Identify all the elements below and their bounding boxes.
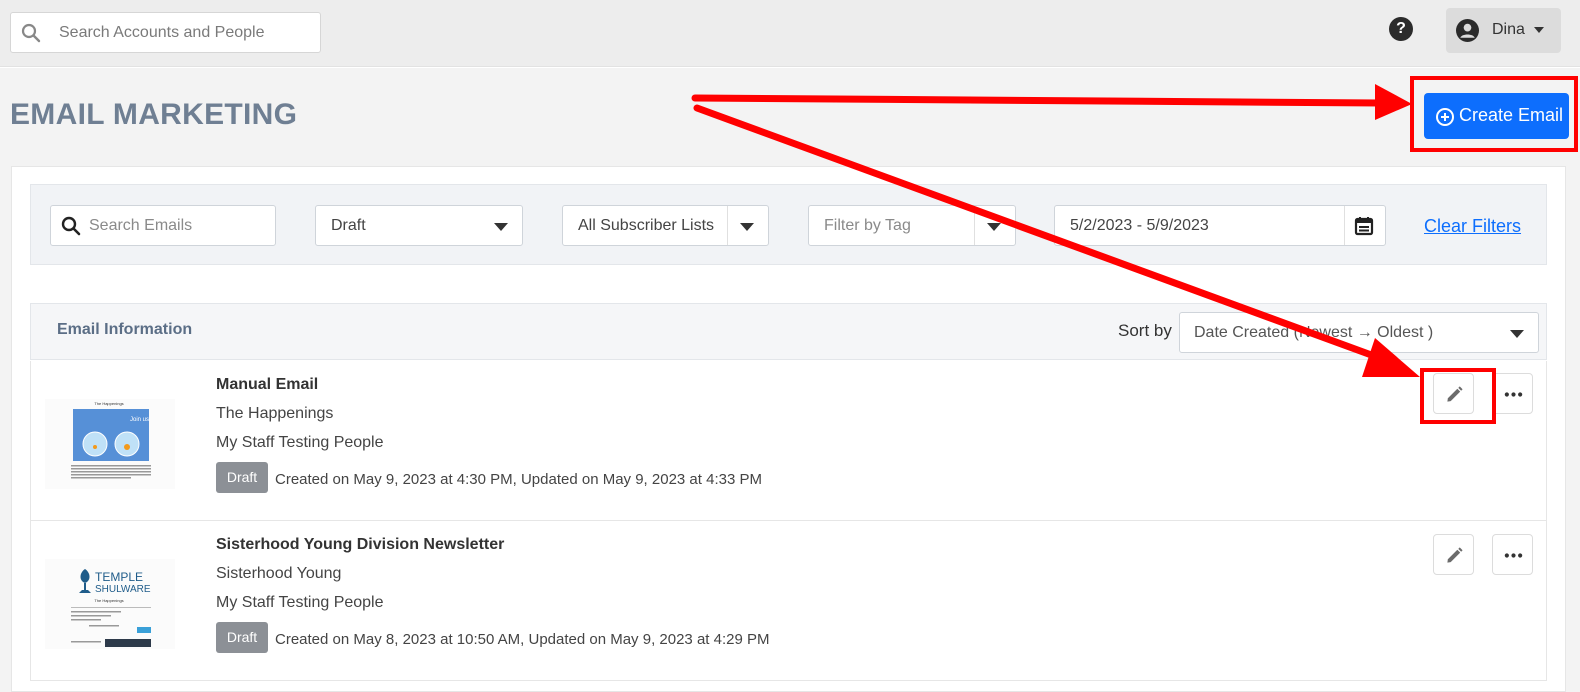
email-thumbnail: The Happenings Join us	[45, 399, 175, 489]
thumb-overlay-text: Join us	[130, 417, 149, 423]
status-filter-value: Draft	[331, 217, 366, 234]
caret-down-icon	[1510, 330, 1524, 338]
sort-value: Date Created (Newest → Oldest )	[1194, 324, 1434, 341]
user-name: Dina	[1492, 21, 1525, 38]
create-email-button[interactable]: Create Email	[1424, 93, 1569, 139]
thumb-brand-line1: TEMPLE	[95, 570, 143, 584]
plus-circle-icon	[1436, 108, 1454, 126]
email-group: The Happenings	[216, 405, 334, 422]
email-thumbnail-image: The Happenings Join us	[71, 401, 151, 479]
search-emails-placeholder: Search Emails	[89, 217, 193, 234]
email-thumbnail-image: TEMPLE SHULWARE The Happenings	[71, 569, 151, 647]
caret-down-icon	[494, 223, 508, 231]
more-options-button[interactable]	[1492, 373, 1533, 414]
status-badge: Draft	[216, 622, 268, 653]
divider	[727, 206, 728, 245]
help-icon[interactable]: ?	[1389, 17, 1413, 41]
ellipsis-icon	[1504, 392, 1523, 397]
ellipsis-icon	[1504, 553, 1523, 558]
search-icon	[61, 216, 81, 236]
create-email-label: Create Email	[1459, 105, 1564, 125]
user-menu-button[interactable]: Dina	[1446, 8, 1561, 53]
pencil-icon	[1447, 547, 1463, 563]
user-avatar-icon	[1456, 19, 1479, 42]
chevron-down-icon	[1534, 27, 1544, 33]
email-audience: My Staff Testing People	[216, 434, 384, 451]
email-timestamps: Created on May 8, 2023 at 10:50 AM, Upda…	[275, 631, 770, 648]
divider	[974, 206, 975, 245]
top-bar: Search Accounts and People ? Dina	[0, 0, 1580, 67]
clear-filters-link[interactable]: Clear Filters	[1424, 216, 1521, 237]
caret-down-icon	[740, 223, 754, 231]
status-filter-select[interactable]: Draft	[315, 205, 523, 246]
sort-label: Sort by	[1118, 321, 1172, 340]
list-header-title: Email Information	[57, 321, 193, 338]
global-search-input[interactable]: Search Accounts and People	[10, 12, 321, 53]
search-icon	[21, 23, 41, 43]
edit-email-button[interactable]	[1433, 373, 1474, 414]
global-search-placeholder: Search Accounts and People	[59, 24, 265, 41]
thumb-title: The Happenings	[94, 401, 123, 406]
date-range-input[interactable]: 5/2/2023 - 5/9/2023	[1054, 205, 1386, 246]
sort-select[interactable]: Date Created (Newest → Oldest )	[1179, 312, 1539, 353]
search-emails-input[interactable]: Search Emails	[50, 205, 276, 246]
calendar-icon[interactable]	[1354, 216, 1374, 236]
divider	[1344, 206, 1345, 245]
page-title: EMAIL MARKETING	[10, 98, 298, 131]
pencil-icon	[1447, 386, 1463, 402]
subscriber-list-value: All Subscriber Lists	[578, 217, 715, 234]
subscriber-list-select[interactable]: All Subscriber Lists	[562, 205, 769, 246]
email-name[interactable]: Sisterhood Young Division Newsletter	[216, 536, 504, 554]
more-options-button[interactable]	[1492, 534, 1533, 575]
email-group: Sisterhood Young	[216, 565, 342, 582]
email-thumbnail: TEMPLE SHULWARE The Happenings	[45, 559, 175, 649]
email-row[interactable]: TEMPLE SHULWARE The Happenings Sisterhoo…	[30, 521, 1547, 681]
email-timestamps: Created on May 9, 2023 at 4:30 PM, Updat…	[275, 471, 762, 488]
tag-filter-placeholder: Filter by Tag	[824, 217, 911, 234]
date-range-value: 5/2/2023 - 5/9/2023	[1070, 217, 1209, 234]
caret-down-icon	[987, 223, 1001, 231]
email-audience: My Staff Testing People	[216, 594, 384, 611]
email-row[interactable]: The Happenings Join us Manual Email The …	[30, 361, 1547, 521]
thumb-brand-line2: SHULWARE	[95, 584, 151, 595]
thumb-title: The Happenings	[94, 598, 123, 603]
edit-email-button[interactable]	[1433, 534, 1474, 575]
email-name[interactable]: Manual Email	[216, 376, 318, 394]
tag-filter-select[interactable]: Filter by Tag	[808, 205, 1016, 246]
status-badge: Draft	[216, 462, 268, 493]
